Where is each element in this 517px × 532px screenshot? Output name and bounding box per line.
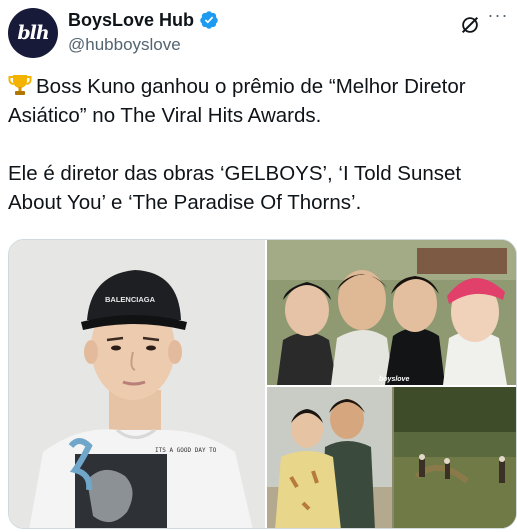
tweet-line-2: Ele é diretor das obras ‘GELBOYS’, ‘I To…	[8, 162, 466, 214]
display-name[interactable]: BoysLove Hub	[68, 10, 194, 31]
grok-button[interactable]	[457, 12, 483, 38]
account-names: BoysLove Hub @hubboyslove	[68, 8, 219, 55]
tweet-header: blh BoysLove Hub @hubboyslove ···	[8, 6, 509, 58]
portrait-illustration: ITS A GOOD DAY TO BALENCIAGA	[9, 240, 265, 528]
account-handle[interactable]: @hubboyslove	[68, 35, 219, 55]
grok-icon	[461, 16, 479, 34]
tweet-text: Boss Kuno ganhou o prêmio de “Melhor Dir…	[8, 72, 508, 217]
group-illustration: boyslove	[267, 240, 516, 385]
photo-portrait[interactable]: ITS A GOOD DAY TO BALENCIAGA	[9, 240, 265, 528]
scenes-illustration	[267, 387, 516, 528]
avatar-logo-text: blh	[17, 22, 49, 44]
avatar[interactable]: blh	[8, 8, 58, 58]
photo-scenes[interactable]	[267, 387, 516, 528]
more-icon: ···	[487, 5, 509, 25]
photo-group[interactable]: boyslove	[267, 240, 516, 385]
watermark-text: boyslove	[379, 376, 409, 383]
shirt-text: ITS A GOOD DAY TO	[155, 447, 217, 454]
more-button[interactable]: ···	[487, 5, 509, 30]
cap-text: BALENCIAGA	[105, 295, 156, 304]
tweet-line-1: Boss Kuno ganhou o prêmio de “Melhor Dir…	[8, 75, 471, 127]
trophy-icon	[8, 75, 32, 95]
display-name-row: BoysLove Hub	[68, 8, 219, 32]
media-grid: ITS A GOOD DAY TO BALENCIAGA boyslove	[8, 239, 517, 529]
verified-badge-icon	[200, 11, 218, 29]
